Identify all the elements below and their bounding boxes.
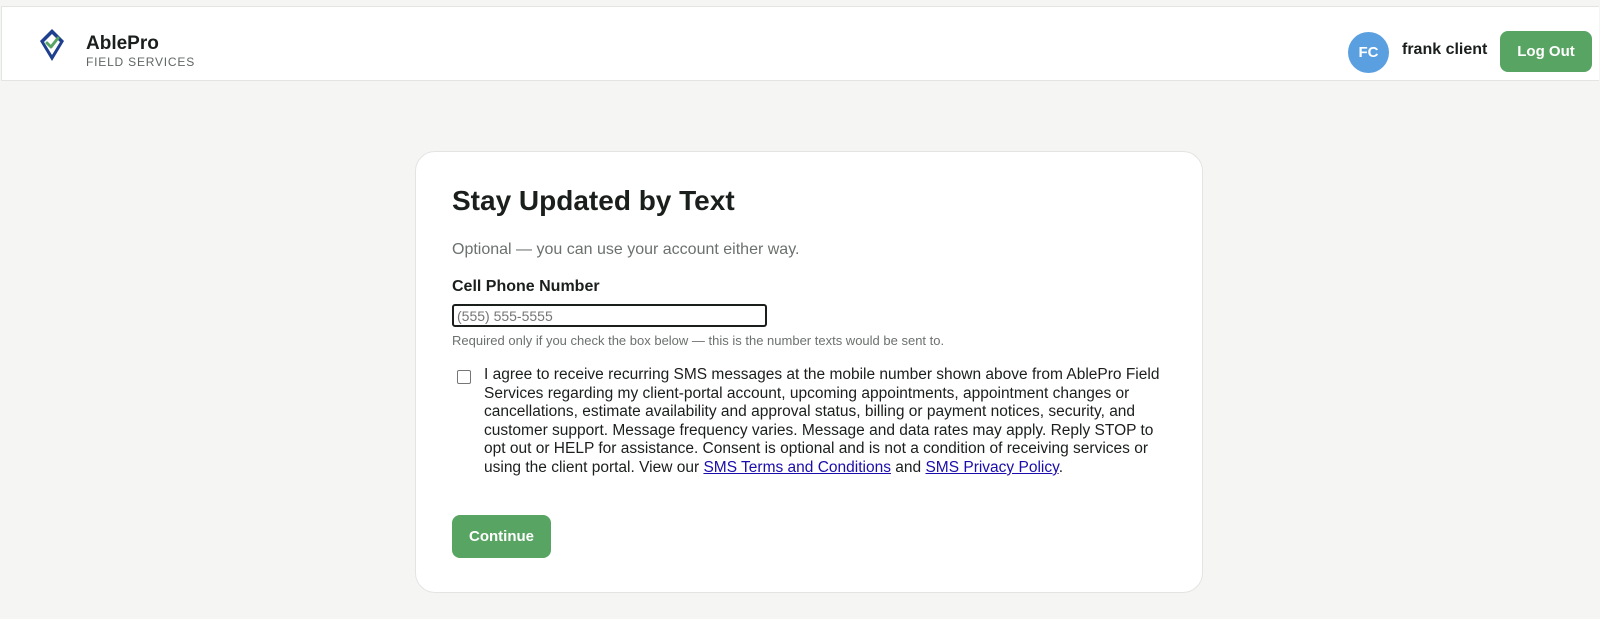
top-header: AblePro FIELD SERVICES FC frank client L… [1,6,1599,81]
brand-tagline: FIELD SERVICES [86,55,196,69]
sms-consent-checkbox[interactable] [457,370,471,384]
logout-button[interactable]: Log Out [1500,31,1592,72]
consent-period: . [1058,458,1063,476]
sms-privacy-link[interactable]: SMS Privacy Policy [925,459,1058,476]
user-name: frank client [1402,41,1488,58]
page-subtitle: Optional — you can use your account eith… [452,241,800,258]
page-title: Stay Updated by Text [452,185,735,216]
sms-consent-text: I agree to receive recurring SMS message… [484,366,1174,478]
consent-and: and [895,458,922,476]
continue-button[interactable]: Continue [452,515,551,558]
sms-optin-card: Stay Updated by Text Optional — you can … [415,151,1203,593]
sms-terms-link[interactable]: SMS Terms and Conditions [703,459,891,476]
phone-label: Cell Phone Number [452,278,600,295]
phone-hint: Required only if you check the box below… [452,333,945,348]
map-pin-check-icon [40,29,64,61]
phone-input[interactable] [452,304,767,327]
avatar[interactable]: FC [1348,32,1389,73]
brand-name: AblePro [86,33,159,54]
